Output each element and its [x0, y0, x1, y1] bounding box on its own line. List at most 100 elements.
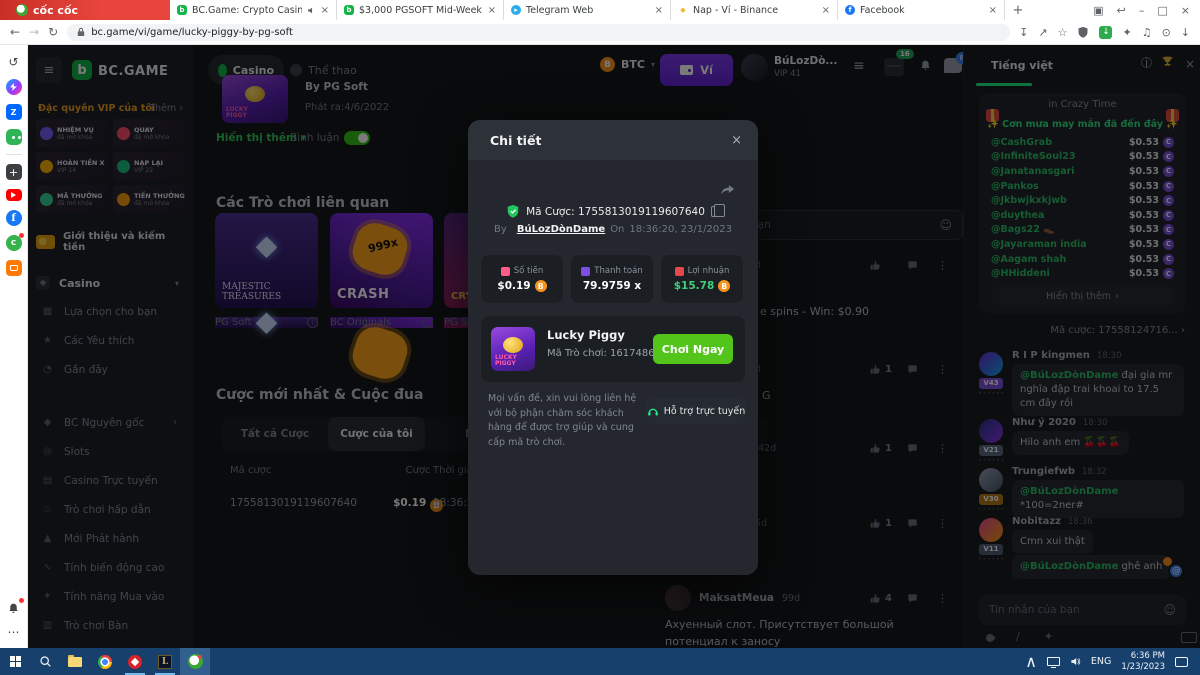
bet-stats-row: Số tiền $0.19 B Thanh toán 79.9759 x — [481, 255, 745, 303]
btc-coin-icon: B — [718, 280, 730, 292]
tab-favicon: b — [344, 5, 354, 15]
tab-close-icon[interactable]: × — [822, 5, 830, 16]
bet-datetime: 18:36:20, 23/1/2023 — [629, 224, 732, 235]
verified-shield-icon — [506, 204, 520, 219]
network-icon[interactable] — [1047, 657, 1060, 666]
tray-expand-icon[interactable]: ∧ — [1025, 652, 1037, 671]
modal-close-icon[interactable]: × — [731, 133, 742, 148]
stat-icon — [675, 267, 684, 276]
adblock-shield-icon[interactable] — [1077, 26, 1089, 39]
restore-tab-icon[interactable]: ↩ — [1117, 4, 1126, 17]
window-maximize-button[interactable]: □ — [1157, 4, 1167, 17]
bookmark-star-icon[interactable]: ☆ — [1058, 26, 1068, 39]
new-tab-button[interactable]: + — [1005, 0, 1031, 20]
tab-favicon: ▸ — [511, 5, 521, 15]
browser-tab[interactable]: f Facebook × — [838, 0, 1005, 20]
game-thumbnail[interactable]: LUCKY PIGGY — [491, 327, 535, 371]
stat-icon — [581, 267, 590, 276]
zalo-icon[interactable]: Z — [6, 104, 22, 120]
downloads-icon[interactable]: ↓ — [1181, 26, 1190, 39]
address-bar[interactable]: bc.game/vi/game/lucky-piggy-by-pg-soft — [67, 24, 1010, 41]
stat-box: Lợi nhuận $15.78 B — [661, 255, 743, 303]
volume-icon[interactable] — [1070, 656, 1081, 667]
coccoc-taskbar-icon[interactable] — [180, 648, 210, 675]
back-button[interactable]: ← — [10, 26, 20, 38]
forward-button[interactable]: → — [29, 26, 39, 38]
tab-close-icon[interactable]: × — [488, 5, 496, 16]
tab-title: Telegram Web — [526, 5, 650, 16]
tab-favicon: ◆ — [678, 5, 688, 15]
stat-label: Lợi nhuận — [688, 266, 730, 276]
add-shortcut-button[interactable]: + — [6, 164, 22, 180]
extension-icon[interactable]: ✦ — [1122, 26, 1131, 39]
window-close-button[interactable]: × — [1181, 4, 1190, 17]
modal-help-text: Mọi vấn đề, xin vui lòng liên hệ với bộ … — [488, 392, 640, 451]
tab-favicon: b — [177, 5, 187, 15]
tab-audio-icon[interactable] — [307, 6, 316, 15]
media-control-icon[interactable]: ♫ — [1142, 26, 1152, 39]
taskbar-search-icon[interactable] — [30, 648, 60, 675]
browser-tab[interactable]: b $3,000 PGSOFT Mid-Week M × — [337, 0, 504, 20]
browser-tab[interactable]: b BC.Game: Crypto Casino × — [170, 0, 337, 20]
share-icon[interactable] — [720, 182, 736, 196]
stat-box: Thanh toán 79.9759 x B — [571, 255, 653, 303]
copy-icon[interactable] — [711, 206, 720, 217]
tab-title: Nap - Ví - Binance — [693, 5, 817, 16]
piggy-art — [503, 337, 523, 353]
mb-bank-app-icon[interactable] — [120, 648, 150, 675]
tab-close-icon[interactable]: × — [321, 5, 329, 16]
youtube-icon[interactable] — [6, 189, 22, 201]
windows-taskbar: L ∧ ENG 6:36 PM 1/23/2023 — [0, 648, 1200, 675]
live-support-button[interactable]: Hỗ trợ trực tuyến — [646, 398, 746, 424]
tab-title: Facebook — [860, 5, 984, 16]
language-indicator[interactable]: ENG — [1091, 656, 1111, 667]
modal-game-name: Lucky Piggy — [547, 328, 625, 342]
clock[interactable]: 6:36 PM 1/23/2023 — [1121, 651, 1165, 672]
browser-tab[interactable]: ◆ Nap - Ví - Binance × — [671, 0, 838, 20]
coccoc-brand: cốc cốc — [0, 0, 170, 20]
save-page-icon[interactable]: ↧ — [1019, 26, 1028, 39]
stat-label: Thanh toán — [594, 266, 642, 276]
brand-label: cốc cốc — [33, 4, 78, 17]
tab-title: BC.Game: Crypto Casino — [192, 5, 302, 16]
share-page-icon[interactable]: ↗ — [1038, 26, 1047, 39]
profile-icon[interactable]: ⊙ — [1162, 26, 1171, 39]
more-options-icon[interactable]: ⋯ — [6, 624, 22, 640]
notifications-bell-icon[interactable] — [6, 600, 22, 616]
facebook-icon[interactable]: f — [6, 210, 22, 226]
tab-search-icon[interactable]: ▣ — [1093, 4, 1103, 17]
browser-toolbar: ← → ↻ bc.game/vi/game/lucky-piggy-by-pg-… — [0, 20, 1200, 45]
stat-icon — [501, 267, 510, 276]
time: 6:36 PM — [1121, 651, 1165, 662]
action-center-icon[interactable] — [1175, 657, 1188, 667]
stat-value: $0.19 — [497, 280, 530, 292]
stat-box: Số tiền $0.19 B — [481, 255, 563, 303]
stat-value: $15.78 — [674, 280, 715, 292]
coccoc-news-icon[interactable]: c — [6, 235, 22, 251]
stat-value: 79.9759 x — [583, 280, 641, 292]
games-icon[interactable] — [6, 129, 22, 145]
coccoc-sidebar: ↺ Z + f c ⋯ — [0, 45, 28, 648]
btc-coin-icon: B — [535, 280, 547, 292]
bet-id: Mã Cược: 1755813019119607640 — [526, 206, 705, 218]
tab-favicon: f — [845, 5, 855, 15]
messenger-icon[interactable] — [6, 79, 22, 95]
history-icon[interactable]: ↺ — [6, 54, 22, 70]
file-explorer-icon[interactable] — [60, 648, 90, 675]
tab-close-icon[interactable]: × — [989, 5, 997, 16]
play-now-button[interactable]: Chơi Ngay — [653, 334, 733, 364]
reload-button[interactable]: ↻ — [48, 26, 58, 38]
browser-tab[interactable]: ▸ Telegram Web × — [504, 0, 671, 20]
tab-close-icon[interactable]: × — [655, 5, 663, 16]
chrome-icon[interactable] — [90, 648, 120, 675]
league-of-legends-icon[interactable]: L — [150, 648, 180, 675]
start-button[interactable] — [0, 648, 30, 675]
modal-game-card: LUCKY PIGGY Lucky Piggy Mã Trò chơi: 161… — [481, 316, 745, 382]
stat-label: Số tiền — [514, 266, 544, 276]
bet-username[interactable]: BúLozDònDame — [517, 224, 605, 235]
divider — [6, 154, 22, 155]
lock-icon — [77, 27, 85, 37]
window-minimize-button[interactable]: – — [1139, 4, 1145, 17]
idm-download-icon[interactable]: ↓ — [1099, 26, 1112, 39]
shopping-icon[interactable] — [6, 260, 22, 276]
